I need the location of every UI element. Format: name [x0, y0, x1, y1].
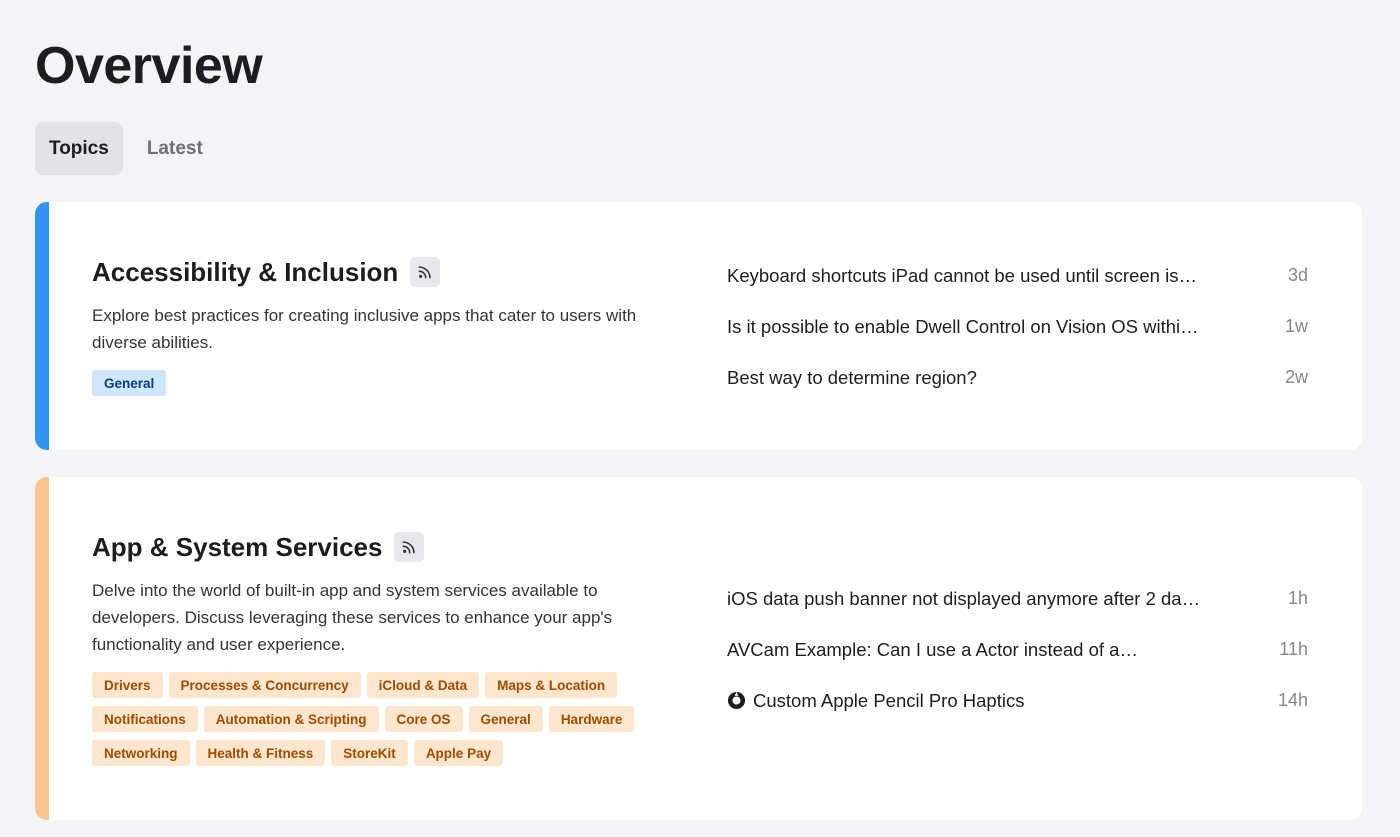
tag-apple-pay[interactable]: Apple Pay [413, 740, 504, 766]
topic-card-accessibility: Accessibility & Inclusion Explore best p… [35, 202, 1362, 450]
tab-bar: Topics Latest [35, 122, 217, 175]
tag-drivers[interactable]: Drivers [92, 672, 163, 698]
thread-row[interactable]: Best way to determine region? 2w [727, 352, 1308, 403]
tab-latest[interactable]: Latest [133, 122, 217, 175]
thread-row[interactable]: AVCam Example: Can I use a Actor instead… [727, 624, 1308, 675]
thread-time: 3d [1287, 265, 1308, 285]
tag-general[interactable]: General [468, 706, 543, 732]
topic-card-app-system-services: App & System Services Delve into the wor… [35, 477, 1362, 820]
tag-health-fitness[interactable]: Health & Fitness [195, 740, 326, 766]
thread-title-wrapper[interactable]: Custom Apple Pencil Pro Haptics [727, 690, 1024, 712]
thread-title: Custom Apple Pencil Pro Haptics [753, 689, 1025, 711]
thread-title[interactable]: AVCam Example: Can I use a Actor instead… [727, 639, 1138, 661]
thread-time: 11h [1279, 639, 1308, 659]
thread-row[interactable]: Keyboard shortcuts iPad cannot be used u… [727, 250, 1308, 301]
thread-row[interactable]: Is it possible to enable Dwell Control o… [727, 301, 1308, 352]
tag-processes-concurrency[interactable]: Processes & Concurrency [168, 672, 361, 698]
rss-icon[interactable] [410, 257, 441, 287]
tag-storekit[interactable]: StoreKit [331, 740, 408, 766]
topic-description: Explore best practices for creating incl… [92, 306, 637, 352]
thread-time: 14h [1277, 690, 1308, 710]
tag-icloud-data[interactable]: iCloud & Data [366, 672, 480, 698]
thread-row[interactable]: iOS data push banner not displayed anymo… [727, 573, 1308, 624]
thread-title[interactable]: Is it possible to enable Dwell Control o… [727, 316, 1199, 338]
tag-general[interactable]: General [92, 370, 167, 396]
card-accent-bar [35, 477, 49, 820]
thread-time: 1w [1284, 316, 1308, 336]
tag-hardware[interactable]: Hardware [548, 706, 635, 732]
thread-title[interactable]: iOS data push banner not displayed anymo… [727, 588, 1200, 610]
tag-list: General [92, 370, 682, 396]
tag-list: Drivers Processes & Concurrency iCloud &… [92, 672, 682, 766]
tag-networking[interactable]: Networking [92, 740, 190, 766]
tag-core-os[interactable]: Core OS [384, 706, 463, 732]
thread-time: 1h [1287, 588, 1308, 608]
page-title: Overview [35, 37, 263, 95]
tag-maps-location[interactable]: Maps & Location [485, 672, 618, 698]
topic-header: App & System Services [92, 529, 682, 565]
tab-topics[interactable]: Topics [35, 122, 123, 175]
thread-time: 2w [1284, 367, 1308, 387]
solved-check-icon [727, 691, 746, 710]
thread-list: Keyboard shortcuts iPad cannot be used u… [727, 250, 1308, 403]
card-accent-bar [35, 202, 49, 450]
topic-header: Accessibility & Inclusion [92, 254, 682, 290]
thread-list: iOS data push banner not displayed anymo… [727, 573, 1308, 726]
topic-info: App & System Services Delve into the wor… [92, 529, 682, 766]
overview-page: Overview Topics Latest Accessibility & I… [0, 0, 1400, 837]
tag-notifications[interactable]: Notifications [92, 706, 198, 732]
rss-icon[interactable] [394, 532, 425, 562]
thread-row[interactable]: Custom Apple Pencil Pro Haptics 14h [727, 675, 1308, 726]
tag-automation-scripting[interactable]: Automation & Scripting [203, 706, 379, 732]
thread-title[interactable]: Keyboard shortcuts iPad cannot be used u… [727, 265, 1197, 287]
topic-title[interactable]: Accessibility & Inclusion [92, 257, 398, 288]
topic-info: Accessibility & Inclusion Explore best p… [92, 254, 682, 396]
thread-title[interactable]: Best way to determine region? [727, 367, 977, 389]
topic-title[interactable]: App & System Services [92, 532, 382, 563]
topic-description: Delve into the world of built-in app and… [92, 581, 613, 654]
